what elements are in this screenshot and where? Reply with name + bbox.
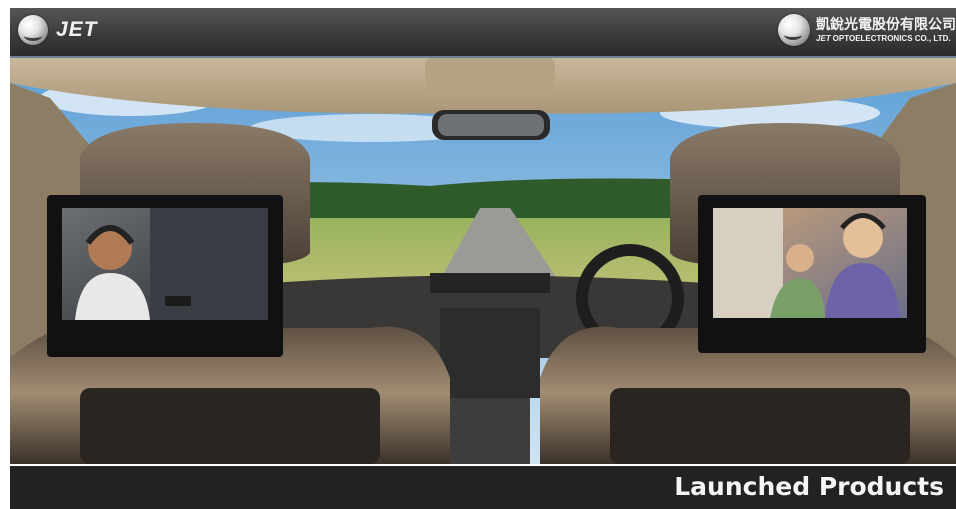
jet-orb-logo-icon: [18, 15, 48, 45]
company-name-english: JET OPTOELECTRONICS CO., LTD.: [816, 33, 956, 43]
company-en-brand: JET: [816, 33, 831, 43]
company-orb-logo-icon: [778, 14, 810, 46]
company-name-block: 凱銳光電股份有限公司 JET OPTOELECTRONICS CO., LTD.: [816, 18, 956, 43]
left-headrest-monitor: [47, 195, 283, 357]
slide: JET 凱銳光電股份有限公司 JET OPTOELECTRONICS CO., L…: [0, 0, 956, 509]
footer-bar: Launched Products: [10, 466, 956, 509]
car-interior-illustration: [10, 58, 956, 464]
company-logo-right: 凱銳光電股份有限公司 JET OPTOELECTRONICS CO., LTD.: [778, 14, 956, 46]
car-interior-photo: [10, 58, 956, 464]
company-en-name: OPTOELECTRONICS CO., LTD.: [832, 33, 951, 43]
jet-brand-text: JET: [56, 18, 98, 41]
company-name-chinese: 凱銳光電股份有限公司: [816, 16, 956, 33]
jet-logo-left: JET: [18, 15, 98, 45]
header-bar: JET 凱銳光電股份有限公司 JET OPTOELECTRONICS CO., L…: [10, 8, 956, 58]
footer-title: Launched Products: [674, 472, 944, 501]
right-headrest-monitor: [698, 195, 926, 353]
